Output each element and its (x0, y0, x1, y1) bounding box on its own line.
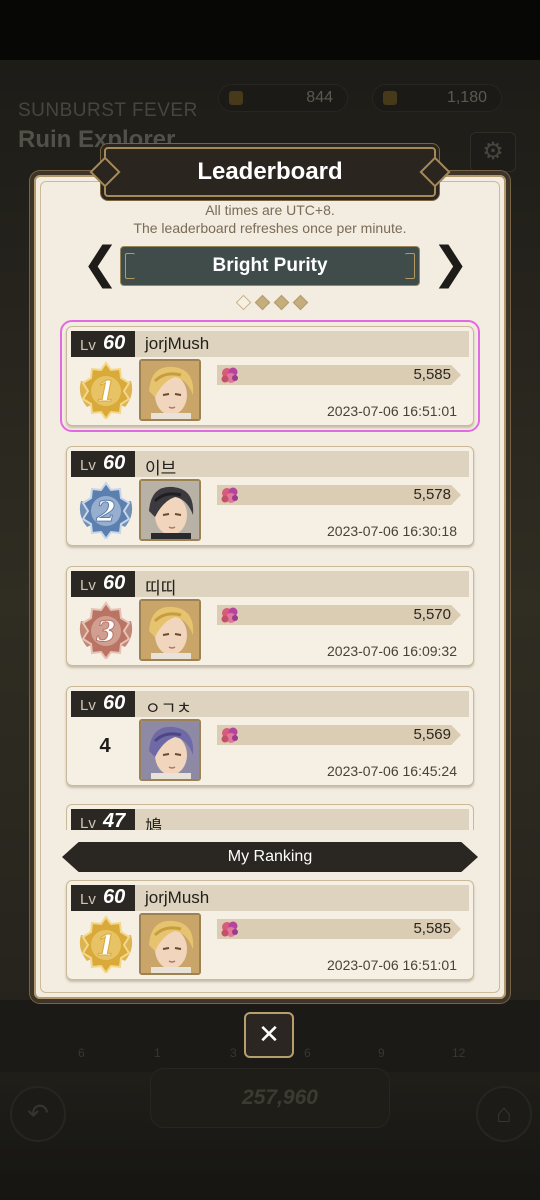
rank-card-partial: Lv 47 鳩 (66, 804, 474, 830)
level-value: 60 (103, 572, 126, 594)
level-label: Lv (80, 815, 96, 830)
next-category-button[interactable]: ❯ (432, 242, 469, 288)
score-value: 5,570 (413, 606, 451, 623)
level-badge: Lv 60 (71, 691, 135, 717)
page-indicator (235, 294, 309, 311)
player-name: 이브 (145, 459, 177, 478)
page-dot[interactable] (292, 294, 309, 311)
level-value: 60 (103, 886, 126, 908)
score-timestamp: 2023-07-06 16:51:01 (327, 957, 457, 973)
level-value: 47 (103, 810, 126, 830)
page-dot[interactable] (235, 294, 252, 311)
player-name: ㅇㄱㅊ (145, 699, 192, 718)
svg-text:1: 1 (96, 375, 115, 408)
card-header: Lv 60 ㅇㄱㅊ (71, 691, 469, 718)
rank-card-5[interactable]: Lv 47 鳩 (66, 804, 474, 830)
score-timestamp: 2023-07-06 16:45:24 (327, 763, 457, 779)
level-label: Lv (80, 337, 96, 354)
score-gem-icon (219, 604, 241, 626)
rank-number: 4 (99, 735, 111, 757)
rank-medal-icon: 1 (75, 361, 137, 421)
card-header: Lv 47 鳩 (71, 809, 469, 830)
category-label: Bright Purity (212, 255, 328, 276)
my-rank-card[interactable]: Lv 60 jorjMush 1 5,585 2023-07-06 16:51:… (66, 880, 474, 980)
level-value: 60 (103, 692, 126, 714)
score-timestamp: 2023-07-06 16:09:32 (327, 643, 457, 659)
score-gem-icon (219, 724, 241, 746)
modal-title: Leaderboard (104, 147, 436, 197)
card-header: Lv 60 이브 (71, 451, 469, 478)
card-header: Lv 60 jorjMush (71, 885, 469, 911)
player-name: 띠띠 (145, 579, 177, 598)
level-badge: Lv 60 (71, 451, 135, 477)
score-gem-icon (219, 364, 241, 386)
rank-card-2[interactable]: Lv 60 이브 2 5,578 2023-07-06 16:30:18 (66, 446, 474, 546)
close-button[interactable]: ✕ (244, 1012, 294, 1058)
rank-medal-icon: 1 (75, 915, 137, 975)
score-value: 5,585 (413, 920, 451, 937)
level-badge: Lv 60 (71, 885, 135, 911)
page-dot[interactable] (273, 294, 290, 311)
level-label: Lv (80, 891, 96, 908)
refresh-info: The leaderboard refreshes once per minut… (133, 220, 407, 236)
svg-text:1: 1 (96, 929, 115, 962)
avatar[interactable] (139, 599, 201, 661)
rank-card-4[interactable]: Lv 60 ㅇㄱㅊ 4 5,569 2023-07-06 16:45:24 (66, 686, 474, 786)
svg-text:2: 2 (95, 495, 115, 528)
level-label: Lv (80, 577, 96, 594)
prev-category-button[interactable]: ❮ (82, 242, 119, 288)
score-value: 5,585 (413, 366, 451, 383)
level-badge: Lv 60 (71, 571, 135, 597)
level-value: 60 (103, 452, 126, 474)
level-badge: Lv 60 (71, 331, 135, 357)
page-dot[interactable] (254, 294, 271, 311)
svg-text:3: 3 (96, 615, 115, 648)
timezone-info: All times are UTC+8. (205, 202, 335, 218)
avatar[interactable] (139, 913, 201, 975)
player-name: jorjMush (145, 334, 210, 353)
level-value: 60 (103, 332, 126, 354)
my-ranking-header: My Ranking (62, 842, 478, 872)
category-ornament (405, 253, 415, 279)
player-name: 鳩 (145, 817, 162, 830)
rank-card-3[interactable]: Lv 60 띠띠 3 5,570 2023-07-06 16:09:32 (66, 566, 474, 666)
category-ornament (125, 253, 135, 279)
rank-medal-icon: 3 (75, 601, 137, 661)
card-header: Lv 60 jorjMush (71, 331, 469, 357)
score-timestamp: 2023-07-06 16:30:18 (327, 523, 457, 539)
avatar[interactable] (139, 719, 201, 781)
level-label: Lv (80, 697, 96, 714)
category-title: Bright Purity (120, 246, 420, 286)
score-gem-icon (219, 484, 241, 506)
score-value: 5,578 (413, 486, 451, 503)
score-gem-icon (219, 918, 241, 940)
score-value: 5,569 (413, 726, 451, 743)
level-label: Lv (80, 457, 96, 474)
avatar[interactable] (139, 359, 201, 421)
level-badge: Lv 47 (71, 809, 135, 830)
player-name: jorjMush (145, 888, 210, 907)
score-timestamp: 2023-07-06 16:51:01 (327, 403, 457, 419)
card-header: Lv 60 띠띠 (71, 571, 469, 598)
rank-card-1[interactable]: Lv 60 jorjMush 1 5,585 2023-07-06 16:51:… (60, 320, 480, 432)
rank-medal-icon: 2 (75, 481, 137, 541)
avatar[interactable] (139, 479, 201, 541)
